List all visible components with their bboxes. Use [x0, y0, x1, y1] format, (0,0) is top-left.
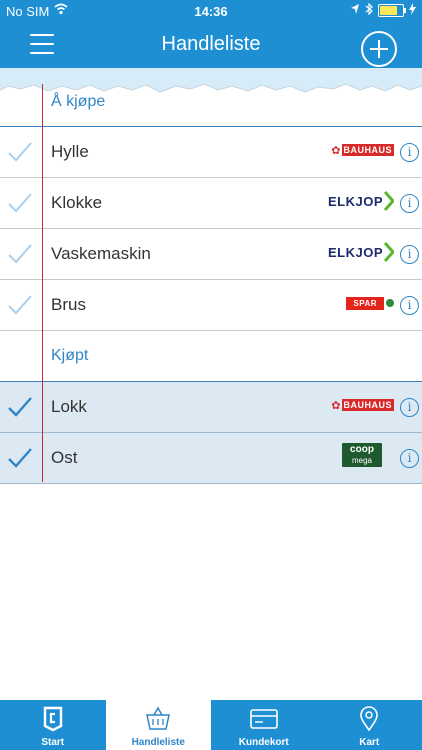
elkjop-logo: ELKJOP	[328, 242, 394, 262]
info-icon[interactable]: i	[400, 296, 419, 315]
charging-icon	[409, 3, 416, 18]
check-icon[interactable]	[7, 396, 33, 418]
item-name: Hylle	[51, 142, 89, 161]
location-icon	[350, 3, 360, 18]
check-icon[interactable]	[7, 141, 33, 163]
item-name: Brus	[51, 295, 86, 314]
navigation-bar: Handleliste	[0, 22, 422, 68]
tab-handleliste[interactable]: Handleliste	[105, 700, 212, 750]
tab-label: Handleliste	[131, 737, 185, 748]
item-name: Klokke	[51, 193, 103, 212]
check-icon[interactable]	[7, 192, 33, 214]
tab-label: Kart	[359, 737, 380, 748]
list-item[interactable]: Brus SPAR i	[0, 280, 422, 331]
check-icon[interactable]	[7, 447, 33, 469]
spar-logo: SPAR	[346, 293, 394, 313]
battery-icon	[378, 4, 406, 17]
info-icon[interactable]: i	[400, 143, 419, 162]
bluetooth-icon	[365, 2, 373, 18]
page-title: Handleliste	[161, 33, 261, 55]
margin-line	[42, 84, 43, 482]
item-name: Vaskemaskin	[51, 244, 151, 263]
section-bought: Kjøpt	[0, 331, 422, 382]
info-icon[interactable]: i	[400, 449, 419, 468]
coop-mega-logo: coop mega	[342, 443, 382, 467]
info-icon[interactable]: i	[400, 245, 419, 264]
card-icon	[211, 706, 317, 732]
list-item[interactable]: Ost coop mega i	[0, 433, 422, 484]
section-label: Kjøpt	[51, 347, 89, 364]
check-icon[interactable]	[7, 243, 33, 265]
tab-kundekort[interactable]: Kundekort	[211, 700, 317, 750]
bauhaus-logo: ✿ BAUHAUS	[331, 399, 394, 412]
section-label: Å kjøpe	[51, 93, 106, 110]
elkjop-logo: ELKJOP	[328, 191, 394, 211]
tab-label: Start	[41, 737, 65, 748]
check-icon[interactable]	[7, 294, 33, 316]
tab-label: Kundekort	[238, 737, 289, 748]
tab-kart[interactable]: Kart	[317, 700, 422, 750]
basket-icon	[106, 706, 212, 732]
list-item[interactable]: Klokke ELKJOP i	[0, 178, 422, 229]
list-item[interactable]: Vaskemaskin ELKJOP i	[0, 229, 422, 280]
tab-start[interactable]: Start	[0, 700, 106, 750]
start-icon	[0, 706, 106, 732]
add-item-button[interactable]	[361, 31, 397, 67]
bauhaus-logo: ✿ BAUHAUS	[331, 144, 394, 157]
info-icon[interactable]: i	[400, 398, 419, 417]
section-to-buy: Å kjøpe	[0, 76, 422, 127]
list-item[interactable]: Hylle ✿ BAUHAUS i	[0, 127, 422, 178]
item-name: Lokk	[51, 397, 87, 416]
map-pin-icon	[317, 706, 422, 732]
list-item[interactable]: Lokk ✿ BAUHAUS i	[0, 382, 422, 433]
item-name: Ost	[51, 448, 78, 467]
status-bar: No SIM 14:36	[0, 0, 422, 22]
tab-bar: Start Handleliste Kundekort Kart	[0, 700, 422, 750]
info-icon[interactable]: i	[400, 194, 419, 213]
